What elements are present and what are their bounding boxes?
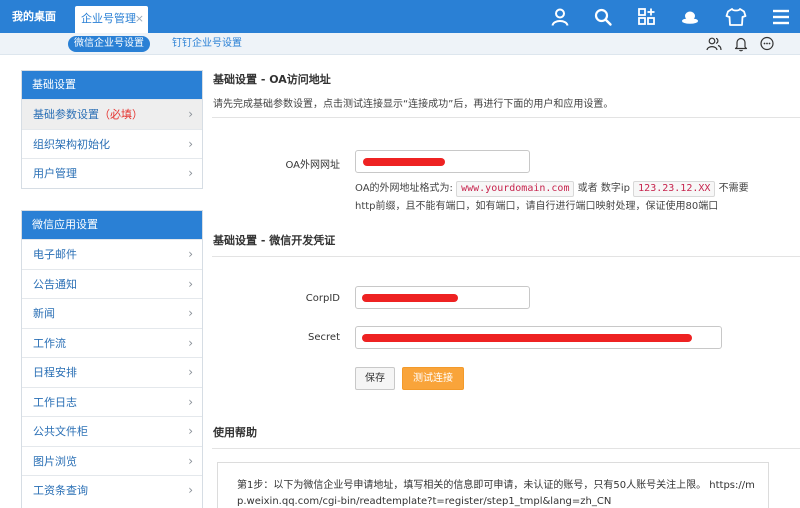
redaction-mark — [362, 334, 692, 342]
tab-wechat-enterprise-settings[interactable]: 微信企业号设置 — [68, 36, 150, 52]
sidebar-item-label: 日程安排 — [33, 366, 77, 379]
bell-icon[interactable] — [731, 34, 751, 54]
sidebar-item-payslip[interactable]: 工资条查询 › — [22, 475, 202, 505]
example-domain: www.yourdomain.com — [456, 181, 575, 197]
sidebar-item-label: 组织架构初始化 — [33, 137, 110, 151]
chevron-right-icon: › — [188, 424, 193, 438]
corpid-label: CorpID — [305, 293, 340, 304]
sidebar-item-user-manage[interactable]: 用户管理 › — [22, 158, 202, 188]
chevron-right-icon: › — [188, 335, 193, 350]
chevron-right-icon: › — [188, 453, 193, 468]
sidebar-item-label: 工作日志 — [33, 395, 77, 409]
sidebar-item-basic-params[interactable]: 基础参数设置（必填） › — [22, 99, 202, 129]
sidebar-item-label: 图片浏览 — [33, 454, 77, 468]
hint-text: 或者 数字ip — [577, 183, 630, 194]
sidebar-item-label: 基础参数设置 — [33, 108, 99, 121]
apps-grid-icon[interactable] — [634, 4, 660, 30]
panel-title: 基础设置 — [22, 71, 202, 99]
shirt-icon[interactable] — [723, 4, 749, 30]
chevron-right-icon: › — [188, 306, 193, 320]
divider — [212, 256, 800, 257]
redaction-mark — [362, 294, 458, 302]
panel-title: 微信应用设置 — [22, 211, 202, 239]
sidebar-item-label: 工作流 — [33, 336, 66, 350]
sidebar-item-label: 电子邮件 — [33, 248, 77, 261]
sidebar-item-org-init[interactable]: 组织架构初始化 › — [22, 128, 202, 159]
chevron-right-icon: › — [188, 483, 193, 497]
hat-icon[interactable] — [677, 4, 703, 30]
corpid-input[interactable] — [355, 286, 530, 309]
hint-text: OA的外网地址格式为: — [355, 183, 453, 194]
section-title-help: 使用帮助 — [213, 426, 257, 439]
redaction-mark — [363, 158, 445, 166]
tab-label: 企业号管理 — [81, 12, 136, 25]
chevron-right-icon: › — [188, 365, 193, 379]
chevron-right-icon: › — [188, 276, 193, 291]
test-connection-button[interactable]: 测试连接 — [402, 367, 464, 390]
secret-input[interactable] — [355, 326, 722, 349]
top-bar: 我的桌面 企业号管理 × — [0, 0, 800, 33]
main-content: 基础设置 - OA访问地址 请先完成基础参数设置，点击测试连接显示“连接成功”后… — [212, 55, 800, 508]
secret-label: Secret — [308, 332, 340, 343]
chevron-right-icon: › — [188, 394, 193, 409]
sidebar-wechat-app-settings: 微信应用设置 电子邮件 › 公告通知 › 新闻 › 工作流 › 日程安排 › 工… — [21, 210, 203, 508]
sub-nav-bar: 微信企业号设置 钉钉企业号设置 — [0, 33, 800, 55]
chat-icon[interactable] — [757, 34, 777, 54]
sidebar-item-news[interactable]: 新闻 › — [22, 298, 202, 328]
oa-url-hint: OA的外网地址格式为: www.yourdomain.com 或者 数字ip 1… — [355, 180, 765, 216]
sidebar-item-label: 工资条查询 — [33, 484, 88, 497]
sidebar-item-label: 新闻 — [33, 307, 55, 320]
divider — [212, 117, 800, 118]
chevron-right-icon: › — [188, 166, 193, 180]
divider — [212, 448, 800, 449]
help-step-1: 第1步：以下为微信企业号申请地址，填写相关的信息即可申请，未认证的账号，只有50… — [237, 480, 755, 507]
tab-dingtalk-enterprise-settings[interactable]: 钉钉企业号设置 — [172, 36, 242, 52]
tab-enterprise-account-manage[interactable]: 企业号管理 × — [75, 6, 148, 33]
section-title-oa-address: 基础设置 - OA访问地址 — [213, 73, 331, 86]
sidebar-item-public-files[interactable]: 公共文件柜 › — [22, 416, 202, 446]
users-icon[interactable] — [704, 34, 724, 54]
sidebar-item-email[interactable]: 电子邮件 › — [22, 239, 202, 269]
sidebar-item-workflow[interactable]: 工作流 › — [22, 327, 202, 358]
required-tag: （必填） — [99, 108, 143, 121]
oa-url-input[interactable] — [355, 150, 530, 173]
sidebar-item-label: 公告通知 — [33, 277, 77, 291]
chevron-right-icon: › — [188, 136, 193, 151]
sidebar-item-image-browse[interactable]: 图片浏览 › — [22, 445, 202, 476]
close-icon[interactable]: × — [135, 6, 144, 31]
help-box: 第1步：以下为微信企业号申请地址，填写相关的信息即可申请，未认证的账号，只有50… — [217, 462, 769, 508]
save-button[interactable]: 保存 — [355, 367, 395, 390]
section-description: 请先完成基础参数设置，点击测试连接显示“连接成功”后，再进行下面的用户和应用设置… — [213, 99, 614, 110]
sidebar-basic-settings: 基础设置 基础参数设置（必填） › 组织架构初始化 › 用户管理 › — [21, 70, 203, 189]
sidebar-item-notice[interactable]: 公告通知 › — [22, 268, 202, 299]
chevron-right-icon: › — [188, 247, 193, 261]
sidebar-item-work-log[interactable]: 工作日志 › — [22, 386, 202, 417]
sidebar-item-schedule[interactable]: 日程安排 › — [22, 357, 202, 387]
oa-url-label: OA外网网址 — [285, 160, 340, 171]
tab-my-desktop[interactable]: 我的桌面 — [0, 0, 56, 33]
sidebar-item-label: 公共文件柜 — [33, 425, 88, 438]
menu-icon[interactable] — [768, 4, 794, 30]
user-icon[interactable] — [547, 4, 573, 30]
chevron-right-icon: › — [188, 107, 193, 121]
example-ip: 123.23.12.XX — [633, 181, 716, 197]
sidebar-item-label: 用户管理 — [33, 167, 77, 180]
search-icon[interactable] — [590, 4, 616, 30]
section-title-wechat-credentials: 基础设置 - 微信开发凭证 — [213, 234, 336, 247]
